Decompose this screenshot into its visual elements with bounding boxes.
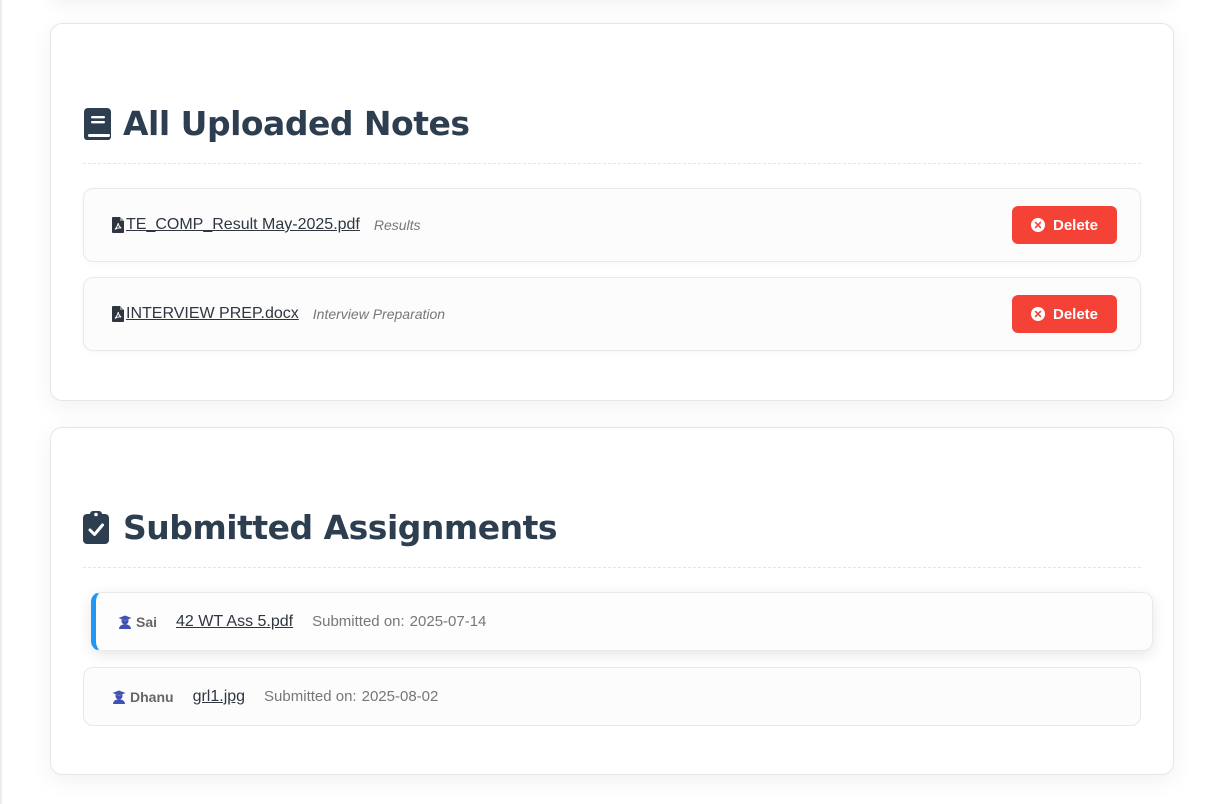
student-name: Dhanu	[112, 689, 174, 705]
delete-button-label: Delete	[1052, 216, 1099, 234]
assignments-section-title: Submitted Assignments	[83, 508, 558, 547]
circle-x-icon	[1030, 307, 1045, 321]
submitted-label: Submitted on:	[264, 688, 357, 705]
circle-x-icon	[1030, 218, 1045, 232]
assignments-divider	[83, 567, 1141, 568]
note-row: INTERVIEW PREP.docx Interview Preparatio…	[83, 277, 1141, 351]
note-category: Interview Preparation	[312, 306, 446, 322]
note-file-link[interactable]: INTERVIEW PREP.docx	[112, 305, 299, 323]
clipboard-check-icon	[83, 510, 113, 546]
submitted-date: Submitted on: 2025-07-14	[312, 613, 486, 630]
notes-divider	[83, 163, 1141, 164]
note-file-name: INTERVIEW PREP.docx	[126, 305, 299, 322]
student-name-text: Sai	[136, 613, 158, 630]
submitted-date-value: 2025-07-14	[409, 613, 487, 630]
note-file-link[interactable]: TE_COMP_Result May-2025.pdf	[112, 216, 360, 234]
delete-button[interactable]: Delete	[1012, 295, 1117, 333]
book-icon	[83, 106, 113, 142]
uploaded-notes-card: All Uploaded Notes TE_COMP_Result May-20…	[50, 23, 1174, 401]
submitted-date: Submitted on: 2025-08-02	[264, 688, 438, 705]
student-graduate-icon	[112, 690, 126, 704]
assignment-row[interactable]: Dhanu grl1.jpg Submitted on: 2025-08-02	[83, 667, 1141, 726]
note-row: TE_COMP_Result May-2025.pdf Results Dele…	[83, 188, 1141, 262]
assignments-section-title-text: Submitted Assignments	[123, 508, 558, 547]
notes-section-title-text: All Uploaded Notes	[123, 104, 470, 143]
submitted-assignments-card: Submitted Assignments Sai 42 WT Ass 5.pd…	[50, 427, 1174, 775]
submitted-date-value: 2025-08-02	[361, 688, 439, 705]
file-pdf-icon	[112, 306, 124, 322]
left-edge-rule	[0, 0, 2, 804]
file-pdf-icon	[112, 217, 124, 233]
assignment-row-selected[interactable]: Sai 42 WT Ass 5.pdf Submitted on: 2025-0…	[91, 592, 1153, 651]
student-name: Sai	[118, 614, 157, 630]
note-file-name: TE_COMP_Result May-2025.pdf	[126, 216, 360, 233]
submitted-label: Submitted on:	[312, 613, 405, 630]
delete-button[interactable]: Delete	[1012, 206, 1117, 244]
assignment-file-link[interactable]: grl1.jpg	[193, 688, 245, 706]
note-category: Results	[373, 217, 421, 233]
assignment-file-link[interactable]: 42 WT Ass 5.pdf	[176, 613, 293, 631]
notes-section-title: All Uploaded Notes	[83, 104, 470, 143]
student-name-text: Dhanu	[130, 688, 174, 705]
student-graduate-icon	[118, 615, 132, 629]
delete-button-label: Delete	[1052, 305, 1099, 323]
